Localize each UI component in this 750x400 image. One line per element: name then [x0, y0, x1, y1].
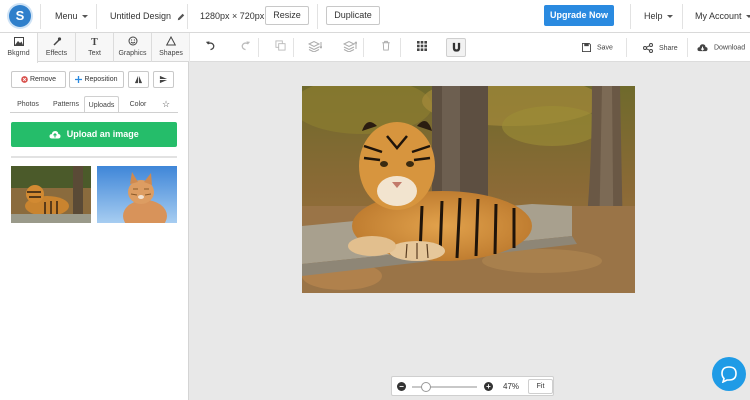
divider [40, 4, 41, 29]
tab-label: Graphics [118, 50, 147, 57]
triangle-icon [152, 35, 190, 50]
canvas-dimensions: 1280px × 720px [200, 11, 265, 21]
tab-text[interactable]: T Text [76, 33, 114, 62]
tab-uploads[interactable]: Uploads [84, 96, 119, 113]
text-icon: T [91, 37, 98, 48]
caret-down-icon [666, 15, 673, 19]
zoom-fit-button[interactable]: Fit [528, 379, 553, 394]
upload-thumbnail-cat[interactable] [97, 166, 177, 223]
divider [687, 38, 688, 57]
top-bar: S Menu Untitled Design 1280px × 720px Re… [0, 0, 750, 33]
flip-vertical-button[interactable] [128, 71, 149, 88]
undo-icon[interactable] [202, 40, 218, 56]
snap-toggle[interactable] [446, 38, 466, 57]
flip-horizontal-icon [159, 75, 168, 83]
magnet-icon [452, 42, 461, 52]
help-label: Help [644, 11, 663, 21]
zoom-percent: 47% [503, 382, 520, 391]
duplicate-button[interactable]: Duplicate [326, 6, 380, 25]
redo-icon[interactable] [237, 40, 253, 56]
resize-button[interactable]: Resize [265, 6, 309, 25]
send-backward-icon[interactable] [307, 40, 323, 56]
divider [682, 4, 683, 29]
chat-button[interactable] [712, 357, 746, 391]
cloud-upload-icon [49, 131, 61, 139]
caret-down-icon [81, 15, 88, 19]
divider [626, 38, 627, 57]
left-panel: Bkgrnd Effects T Text Graphics Shapes Re [0, 33, 189, 400]
tab-favorites[interactable]: ☆ [158, 96, 174, 113]
help-menu[interactable]: Help [644, 11, 673, 21]
tab-bkgrnd[interactable]: Bkgrnd [0, 33, 38, 63]
image-icon [0, 36, 37, 50]
save-icon [582, 43, 591, 52]
pencil-icon [177, 13, 184, 20]
upload-label: Upload an image [66, 129, 139, 139]
account-label: My Account [695, 11, 742, 21]
divider [11, 156, 177, 158]
reposition-label: Reposition [84, 76, 118, 83]
tab-label: Bkgrnd [7, 50, 30, 57]
zoom-in-button[interactable]: + [484, 382, 493, 391]
remove-button[interactable]: Remove [11, 71, 66, 88]
canvas-design-image[interactable] [302, 86, 635, 293]
category-tabs: Bkgrnd Effects T Text Graphics Shapes [0, 33, 190, 63]
divider [317, 4, 318, 29]
download-button[interactable]: Download [697, 43, 745, 52]
design-title[interactable]: Untitled Design [110, 11, 185, 21]
flip-horizontal-button[interactable] [153, 71, 174, 88]
account-menu[interactable]: My Account [695, 11, 750, 21]
zoom-out-button[interactable]: − [397, 382, 406, 391]
menu-label: Menu [55, 11, 78, 21]
upload-thumbnail-tiger[interactable] [11, 166, 91, 223]
divider [258, 38, 259, 57]
divider [96, 4, 97, 29]
divider [293, 38, 294, 57]
copy-icon[interactable] [272, 40, 288, 56]
grid-icon[interactable] [414, 40, 430, 56]
divider [400, 38, 401, 57]
cloud-download-icon [697, 44, 708, 52]
tab-label: Effects [45, 50, 68, 57]
tab-label: Text [88, 50, 101, 57]
reposition-button[interactable]: Reposition [69, 71, 124, 88]
upgrade-now-button[interactable]: Upgrade Now [544, 5, 614, 26]
magic-wand-icon [38, 36, 75, 50]
star-icon: ☆ [161, 99, 171, 109]
remove-label: Remove [29, 76, 57, 83]
tab-shapes[interactable]: Shapes [152, 33, 190, 62]
divider [630, 4, 631, 29]
share-label: Share [658, 44, 678, 52]
bring-forward-icon[interactable] [342, 40, 358, 56]
remove-icon [21, 75, 28, 83]
upload-image-button[interactable]: Upload an image [11, 122, 177, 147]
background-sub-tabs: Photos Patterns Uploads Color ☆ [10, 96, 178, 113]
share-icon [643, 43, 653, 53]
tab-photos[interactable]: Photos [10, 96, 46, 113]
download-label: Download [713, 44, 746, 52]
tab-label: Shapes [159, 50, 183, 57]
divider [363, 38, 364, 57]
move-icon [75, 75, 83, 83]
flip-vertical-icon [134, 75, 143, 83]
tab-patterns[interactable]: Patterns [48, 96, 84, 113]
divider [187, 4, 188, 29]
chat-bubble-icon [721, 366, 737, 383]
divider [10, 112, 178, 113]
save-button[interactable]: Save [582, 43, 613, 52]
save-label: Save [596, 44, 613, 52]
smiley-icon [114, 36, 151, 50]
share-button[interactable]: Share [643, 43, 678, 53]
tab-effects[interactable]: Effects [38, 33, 76, 62]
zoom-slider-handle[interactable] [421, 382, 431, 392]
design-title-label: Untitled Design [110, 11, 172, 21]
tab-color[interactable]: Color [123, 96, 153, 113]
editor-toolbar: Save Share Download [190, 33, 750, 62]
menu-button[interactable]: Menu [55, 11, 88, 21]
trash-icon[interactable] [378, 40, 394, 56]
tab-graphics[interactable]: Graphics [114, 33, 152, 62]
app-logo[interactable]: S [9, 5, 31, 27]
caret-down-icon [745, 15, 750, 19]
